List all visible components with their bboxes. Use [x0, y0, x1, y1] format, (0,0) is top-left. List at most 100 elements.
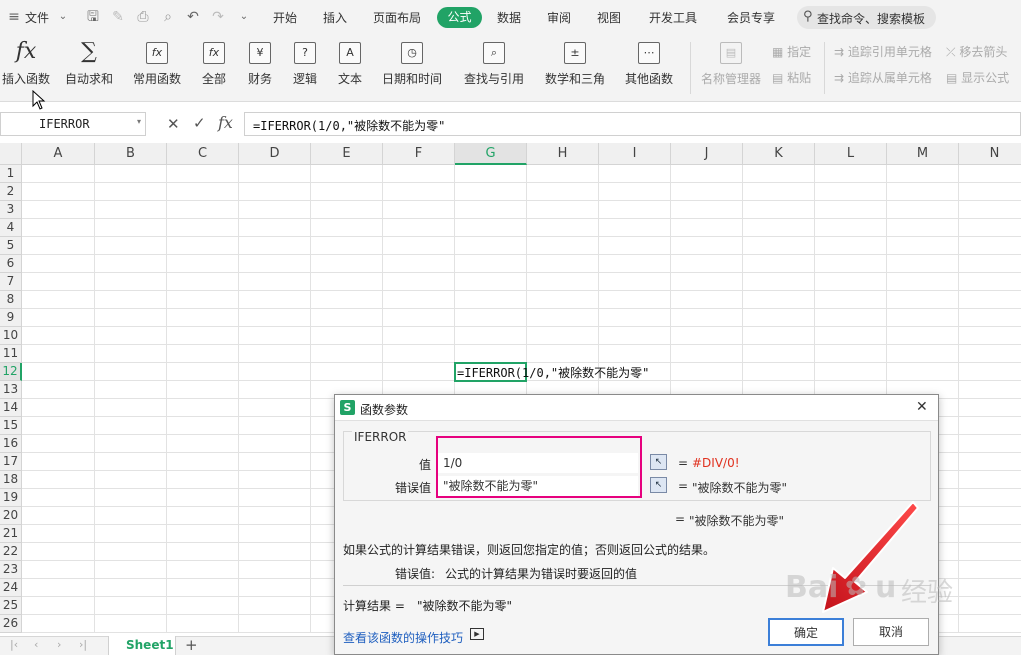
column-header[interactable]: D	[239, 143, 311, 165]
ok-button[interactable]: 确定	[768, 618, 844, 646]
row-header[interactable]: 13	[0, 381, 22, 399]
paste-button[interactable]: ▤ 粘贴	[772, 69, 811, 86]
all-functions-button[interactable]: fx 全部	[196, 40, 232, 96]
next-sheet-icon[interactable]: ›	[57, 638, 61, 651]
column-header[interactable]: K	[743, 143, 815, 165]
tab-insert[interactable]: 插入	[323, 9, 347, 26]
column-header[interactable]: L	[815, 143, 887, 165]
row-header[interactable]: 1	[0, 165, 22, 183]
command-search[interactable]: ⚲ 查找命令、搜索模板	[797, 6, 936, 29]
chevron-down-icon[interactable]: ⌄	[55, 9, 71, 25]
row-header[interactable]: 8	[0, 291, 22, 309]
row-header[interactable]: 4	[0, 219, 22, 237]
specify-button[interactable]: ▦ 指定	[772, 43, 811, 60]
row-header[interactable]: 5	[0, 237, 22, 255]
tab-formulas[interactable]: 公式	[437, 7, 482, 28]
tab-review[interactable]: 审阅	[547, 9, 571, 26]
datetime-button[interactable]: ◷ 日期和时间	[376, 40, 448, 96]
row-header[interactable]: 3	[0, 201, 22, 219]
remove-arrows-button[interactable]: ⤫ 移去箭头	[946, 43, 1007, 60]
watermark-logo: 经验	[901, 578, 954, 608]
tab-view[interactable]: 视图	[597, 9, 621, 26]
column-header[interactable]: C	[167, 143, 239, 165]
trace-precedents-button[interactable]: ⇉ 追踪引用单元格	[834, 43, 932, 60]
column-header[interactable]: A	[22, 143, 95, 165]
finance-button[interactable]: ¥ 财务	[242, 40, 278, 96]
print-icon[interactable]: ⎙	[135, 9, 151, 25]
common-functions-button[interactable]: fx 常用函数	[128, 40, 186, 96]
redo-icon[interactable]: ↷	[210, 9, 226, 25]
row-header[interactable]: 24	[0, 579, 22, 597]
cancel-button[interactable]: 取消	[853, 618, 929, 646]
row-header[interactable]: 16	[0, 435, 22, 453]
math-button[interactable]: ± 数学和三角	[539, 40, 611, 96]
tab-member[interactable]: 会员专享	[727, 9, 775, 26]
add-sheet-icon[interactable]: +	[185, 636, 198, 654]
row-header[interactable]: 23	[0, 561, 22, 579]
row-header[interactable]: 11	[0, 345, 22, 363]
row-header[interactable]: 25	[0, 597, 22, 615]
more-icon[interactable]: ⌄	[236, 9, 252, 25]
row-header[interactable]: 12	[0, 363, 22, 381]
column-header[interactable]: M	[887, 143, 959, 165]
video-icon[interactable]: ▶	[470, 628, 484, 640]
name-manager-button[interactable]: ▤ 名称管理器	[698, 40, 764, 96]
row-header[interactable]: 19	[0, 489, 22, 507]
print-preview-icon[interactable]: ⌕	[160, 9, 176, 25]
chevron-down-icon[interactable]: ▾	[137, 117, 141, 126]
column-header[interactable]: H	[527, 143, 599, 165]
insert-function-button[interactable]: fx 插入函数	[0, 40, 52, 96]
row-header[interactable]: 17	[0, 453, 22, 471]
formula-input[interactable]: =IFERROR(1/0,"被除数不能为零"	[244, 112, 1021, 136]
dialog-titlebar[interactable]: S 函数参数 ✕	[335, 395, 938, 421]
undo-icon[interactable]: ↶	[185, 9, 201, 25]
row-header[interactable]: 2	[0, 183, 22, 201]
name-box[interactable]: IFERROR ▾	[0, 112, 146, 136]
other-functions-button[interactable]: ⋯ 其他函数	[619, 40, 679, 96]
column-header[interactable]: E	[311, 143, 383, 165]
tab-developer[interactable]: 开发工具	[649, 9, 697, 26]
lookup-button[interactable]: ⌕ 查找与引用	[458, 40, 530, 96]
prev-sheet-icon[interactable]: ‹	[34, 638, 38, 651]
row-header[interactable]: 21	[0, 525, 22, 543]
column-header[interactable]: I	[599, 143, 671, 165]
sheet-tab-active[interactable]: Sheet1	[108, 636, 176, 655]
confirm-icon[interactable]: ✓	[193, 114, 206, 132]
column-header[interactable]: G	[455, 143, 527, 165]
column-header[interactable]: F	[383, 143, 455, 165]
column-header[interactable]: N	[959, 143, 1021, 165]
row-header[interactable]: 14	[0, 399, 22, 417]
tab-home[interactable]: 开始	[273, 9, 297, 26]
cancel-icon[interactable]: ✕	[167, 115, 180, 133]
format-painter-icon[interactable]: ✎	[110, 9, 126, 25]
row-header[interactable]: 6	[0, 255, 22, 273]
tab-page-layout[interactable]: 页面布局	[373, 9, 421, 26]
file-menu[interactable]: 文件	[25, 9, 49, 26]
range-picker-icon[interactable]: ↖	[650, 477, 667, 493]
row-header[interactable]: 7	[0, 273, 22, 291]
save-icon[interactable]: 🖫	[85, 9, 101, 25]
last-sheet-icon[interactable]: ›|	[79, 638, 87, 651]
row-header[interactable]: 18	[0, 471, 22, 489]
close-icon[interactable]: ✕	[916, 399, 928, 415]
first-sheet-icon[interactable]: |‹	[10, 638, 18, 651]
help-link[interactable]: 查看该函数的操作技巧	[343, 629, 463, 646]
row-header[interactable]: 9	[0, 309, 22, 327]
row-header[interactable]: 22	[0, 543, 22, 561]
row-header[interactable]: 15	[0, 417, 22, 435]
function-icon[interactable]: fx	[218, 113, 233, 132]
range-picker-icon[interactable]: ↖	[650, 454, 667, 470]
row-header[interactable]: 20	[0, 507, 22, 525]
text-button[interactable]: A 文本	[332, 40, 368, 96]
row-header[interactable]: 26	[0, 615, 22, 633]
column-header[interactable]: J	[671, 143, 743, 165]
trace-dependents-button[interactable]: ⇉ 追踪从属单元格	[834, 69, 932, 86]
logic-button[interactable]: ? 逻辑	[287, 40, 323, 96]
row-header[interactable]: 10	[0, 327, 22, 345]
select-all-corner[interactable]	[0, 143, 22, 165]
tab-data[interactable]: 数据	[497, 9, 521, 26]
autosum-button[interactable]: ∑ 自动求和	[60, 40, 118, 96]
column-header[interactable]: B	[95, 143, 167, 165]
show-formulas-button[interactable]: ▤ 显示公式	[946, 69, 1009, 86]
menu-icon[interactable]: ≡	[6, 9, 22, 25]
